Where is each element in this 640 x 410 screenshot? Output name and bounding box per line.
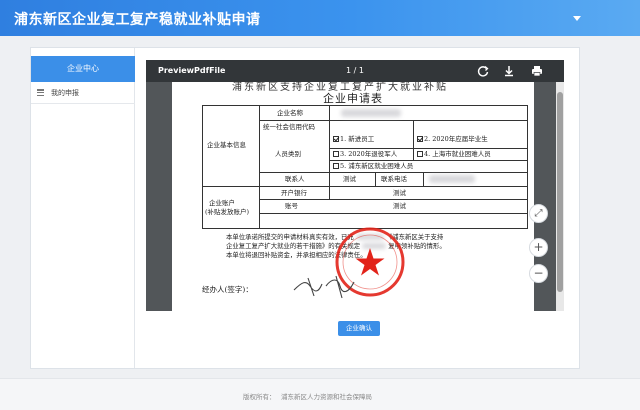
scrollbar-thumb[interactable] xyxy=(557,92,563,292)
sidebar-item-label: 我的申报 xyxy=(51,89,79,97)
copyright-label: 版权所有： xyxy=(243,393,276,401)
account-value: 测试 xyxy=(393,202,406,210)
chevron-down-icon[interactable] xyxy=(573,16,581,21)
pdf-toolbar: PreviewPdfFile 1 / 1 xyxy=(146,60,564,82)
pdf-file-name: PreviewPdfFile xyxy=(158,66,226,75)
sidebar-item-enterprise-center[interactable]: 企业中心 xyxy=(31,56,135,82)
refresh-icon[interactable] xyxy=(476,64,490,78)
checkbox-unchecked xyxy=(333,151,339,157)
contact-value: 测试 xyxy=(343,175,356,183)
page-indicator: 1 / 1 xyxy=(346,66,364,75)
top-header: 浦东新区企业复工复产稳就业补贴申请 xyxy=(0,0,640,36)
bank-value: 测试 xyxy=(393,189,406,197)
staff-option-5: 5. 浦东新区就业困难人员 xyxy=(333,162,413,171)
handwritten-signature xyxy=(293,275,355,299)
document-title: 企业申请表 xyxy=(323,92,383,105)
checkbox-checked xyxy=(417,136,423,142)
bank-label: 开户银行 xyxy=(281,189,307,197)
section-account-sub: (补贴发放账户) xyxy=(205,208,250,216)
checkbox-checked xyxy=(333,136,339,142)
staff-option-1: 1. 新进员工 xyxy=(333,135,374,144)
staff-option-2: 2. 2020年应届毕业生 xyxy=(417,135,488,144)
sidebar-item-my-applications[interactable]: 我的申报 xyxy=(31,82,135,104)
footer: 版权所有： 浦东新区人力资源和社会保障局 xyxy=(0,378,640,410)
sidebar: 企业中心 我的申报 xyxy=(31,48,135,368)
minus-icon: − xyxy=(533,266,544,280)
phone-label: 联系电话 xyxy=(381,175,407,183)
pdf-viewer: PreviewPdfFile 1 / 1 浦东新区支持企业复工复产扩大就业补贴 … xyxy=(146,60,564,311)
redacted-phone xyxy=(429,175,475,183)
checkbox-unchecked xyxy=(333,163,339,169)
app-title: 浦东新区企业复工复产稳就业补贴申请 xyxy=(14,12,261,28)
section-basic-info: 企业基本信息 xyxy=(207,141,246,149)
account-label: 账号 xyxy=(285,202,298,210)
plus-icon: + xyxy=(533,240,544,254)
checkbox-unchecked xyxy=(417,151,423,157)
staff-option-4: 4. 上海市就业困难人员 xyxy=(417,150,491,159)
copyright-owner: 浦东新区人力资源和社会保障局 xyxy=(281,393,372,401)
redacted-company-name xyxy=(341,109,401,117)
pdf-scrollbar[interactable] xyxy=(556,82,564,311)
staff-option-3: 3. 2020年退役军人 xyxy=(333,150,397,159)
zoom-out-button[interactable]: − xyxy=(529,264,548,283)
pdf-page: 浦东新区支持企业复工复产扩大就业补贴 企业申请表 企业基本信息 企业名称 统一社… xyxy=(172,82,534,311)
contact-label: 联系人 xyxy=(285,175,305,183)
fit-page-button[interactable]: ⤢ xyxy=(529,204,548,223)
credit-code-label: 统一社会信用代码 xyxy=(263,123,315,131)
company-name-label: 企业名称 xyxy=(277,109,303,117)
confirm-button[interactable]: 企业确认 xyxy=(338,321,380,336)
pdf-page-area[interactable]: 浦东新区支持企业复工复产扩大就业补贴 企业申请表 企业基本信息 企业名称 统一社… xyxy=(146,82,556,311)
print-icon[interactable] xyxy=(530,64,544,78)
staff-type-label: 人员类别 xyxy=(275,150,301,158)
list-icon xyxy=(37,89,44,97)
fit-icon: ⤢ xyxy=(534,208,543,219)
signature-label: 经办人(签字)： xyxy=(202,285,253,294)
zoom-in-button[interactable]: + xyxy=(529,238,548,257)
download-icon[interactable] xyxy=(502,64,516,78)
section-account: 企业账户 xyxy=(209,199,235,207)
application-form-table: 企业基本信息 企业名称 统一社会信用代码 人员类别 1. 新进员工 2. 202… xyxy=(202,105,528,229)
